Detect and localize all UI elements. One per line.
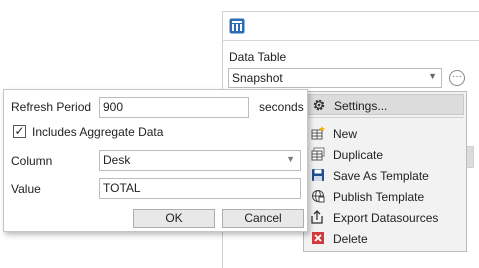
- menu-item-label: Settings...: [334, 99, 388, 113]
- cancel-button[interactable]: Cancel: [222, 209, 304, 228]
- column-select[interactable]: Desk ▼: [99, 150, 301, 171]
- chevron-down-icon: ▼: [286, 154, 295, 164]
- ok-button[interactable]: OK: [133, 209, 215, 228]
- menu-item-publish-template[interactable]: Publish Template: [306, 186, 464, 207]
- refresh-period-input[interactable]: 900: [99, 97, 249, 118]
- menu-item-save-as-template[interactable]: Save As Template: [306, 165, 464, 186]
- menu-item-label: New: [333, 127, 358, 141]
- menu-item-label: Duplicate: [333, 148, 384, 162]
- menu-item-export-datasources[interactable]: Export Datasources: [306, 207, 464, 228]
- menu-item-settings[interactable]: Settings...: [306, 94, 464, 115]
- menu-item-new[interactable]: New: [306, 123, 464, 144]
- delete-icon: [311, 231, 325, 245]
- duplicate-table-icon: [311, 147, 325, 161]
- data-table-select-value: Snapshot: [232, 71, 283, 85]
- data-table-select[interactable]: Snapshot ▼: [228, 68, 442, 88]
- globe-publish-icon: [311, 189, 325, 203]
- gear-icon: [312, 98, 326, 112]
- settings-dialog: Refresh Period 900 seconds ✓ Includes Ag…: [3, 89, 308, 232]
- export-icon: [311, 210, 325, 224]
- value-label: Value: [11, 182, 41, 196]
- refresh-period-label: Refresh Period: [11, 100, 92, 114]
- menu-item-delete[interactable]: Delete: [306, 228, 464, 249]
- menu-separator: [306, 117, 464, 118]
- floppy-disk-icon: [311, 168, 325, 182]
- panel-divider: [222, 40, 479, 41]
- menu-item-label: Save As Template: [333, 169, 429, 183]
- menu-item-label: Delete: [333, 232, 368, 246]
- context-menu: Settings... New Duplicate Save As Templa…: [303, 91, 467, 252]
- aggregate-checkbox[interactable]: ✓: [13, 125, 26, 138]
- refresh-unit-label: seconds: [259, 100, 304, 114]
- value-input[interactable]: TOTAL: [99, 178, 301, 199]
- menu-item-duplicate[interactable]: Duplicate: [306, 144, 464, 165]
- app-logo-icon: [229, 18, 245, 34]
- chevron-down-icon: ▼: [428, 71, 437, 81]
- aggregate-label: Includes Aggregate Data: [32, 125, 164, 139]
- menu-item-label: Publish Template: [333, 190, 425, 204]
- column-label: Column: [11, 154, 53, 168]
- column-select-value: Desk: [103, 153, 131, 167]
- more-options-button[interactable]: ···: [449, 70, 465, 86]
- menu-item-label: Export Datasources: [333, 211, 439, 225]
- new-table-icon: [311, 126, 325, 140]
- data-table-label: Data Table: [229, 50, 287, 64]
